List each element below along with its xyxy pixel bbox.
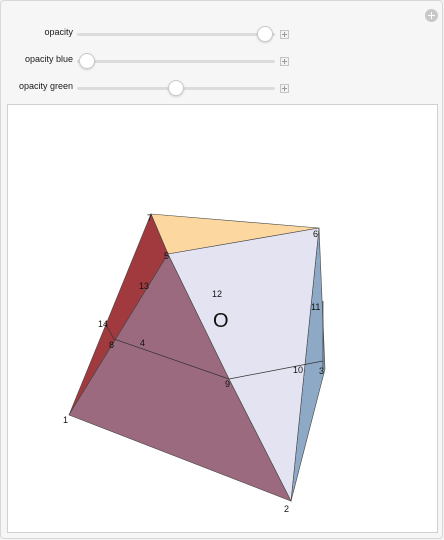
opacity-green-control: opacity green: [1, 78, 301, 98]
center-label: O: [213, 310, 229, 332]
vertex-label-3: 3: [319, 366, 324, 376]
vertex-label-4: 4: [140, 338, 145, 348]
opacity-blue-slider-track[interactable]: [77, 53, 275, 69]
vertex-label-13: 13: [139, 281, 149, 291]
vertex-label-14: 14: [98, 319, 108, 329]
opacity-green-label: opacity green: [18, 81, 73, 91]
vertex-label-5: 5: [164, 251, 169, 261]
add-icon[interactable]: [425, 9, 438, 22]
opacity-label: opacity: [44, 27, 73, 37]
vertex-label-12: 12: [212, 289, 222, 299]
opacity-slider-thumb[interactable]: [257, 26, 273, 42]
vertex-label-10: 10: [293, 365, 303, 375]
opacity-blue-stepper-plus-icon[interactable]: [280, 57, 289, 66]
opacity-blue-slider-thumb[interactable]: [79, 53, 95, 69]
vertex-label-8: 8: [109, 340, 114, 350]
vertex-label-1: 1: [63, 415, 68, 425]
3d-plot-area[interactable]: 1 2 3 4 5 6 7 8 9 10 11 12 13 14 O: [7, 104, 438, 533]
opacity-green-slider-thumb[interactable]: [168, 80, 184, 96]
opacity-control: opacity: [1, 24, 301, 44]
opacity-blue-control: opacity blue: [1, 51, 301, 71]
vertex-label-2: 2: [284, 504, 289, 514]
vertex-label-9: 9: [225, 379, 230, 389]
manipulate-panel: opacity opacity blue opacity green 1 2 3…: [0, 0, 443, 539]
opacity-blue-label: opacity blue: [24, 54, 73, 64]
polyhedron-graphic[interactable]: 1 2 3 4 5 6 7 8 9 10 11 12 13 14 O: [8, 105, 437, 532]
vertex-label-6: 6: [313, 229, 318, 239]
opacity-green-stepper-plus-icon[interactable]: [280, 84, 289, 93]
opacity-stepper-plus-icon[interactable]: [280, 30, 289, 39]
opacity-green-slider-track[interactable]: [77, 80, 275, 96]
vertex-label-11: 11: [311, 302, 320, 312]
vertex-label-7: 7: [147, 213, 152, 223]
opacity-slider-track[interactable]: [77, 26, 275, 42]
